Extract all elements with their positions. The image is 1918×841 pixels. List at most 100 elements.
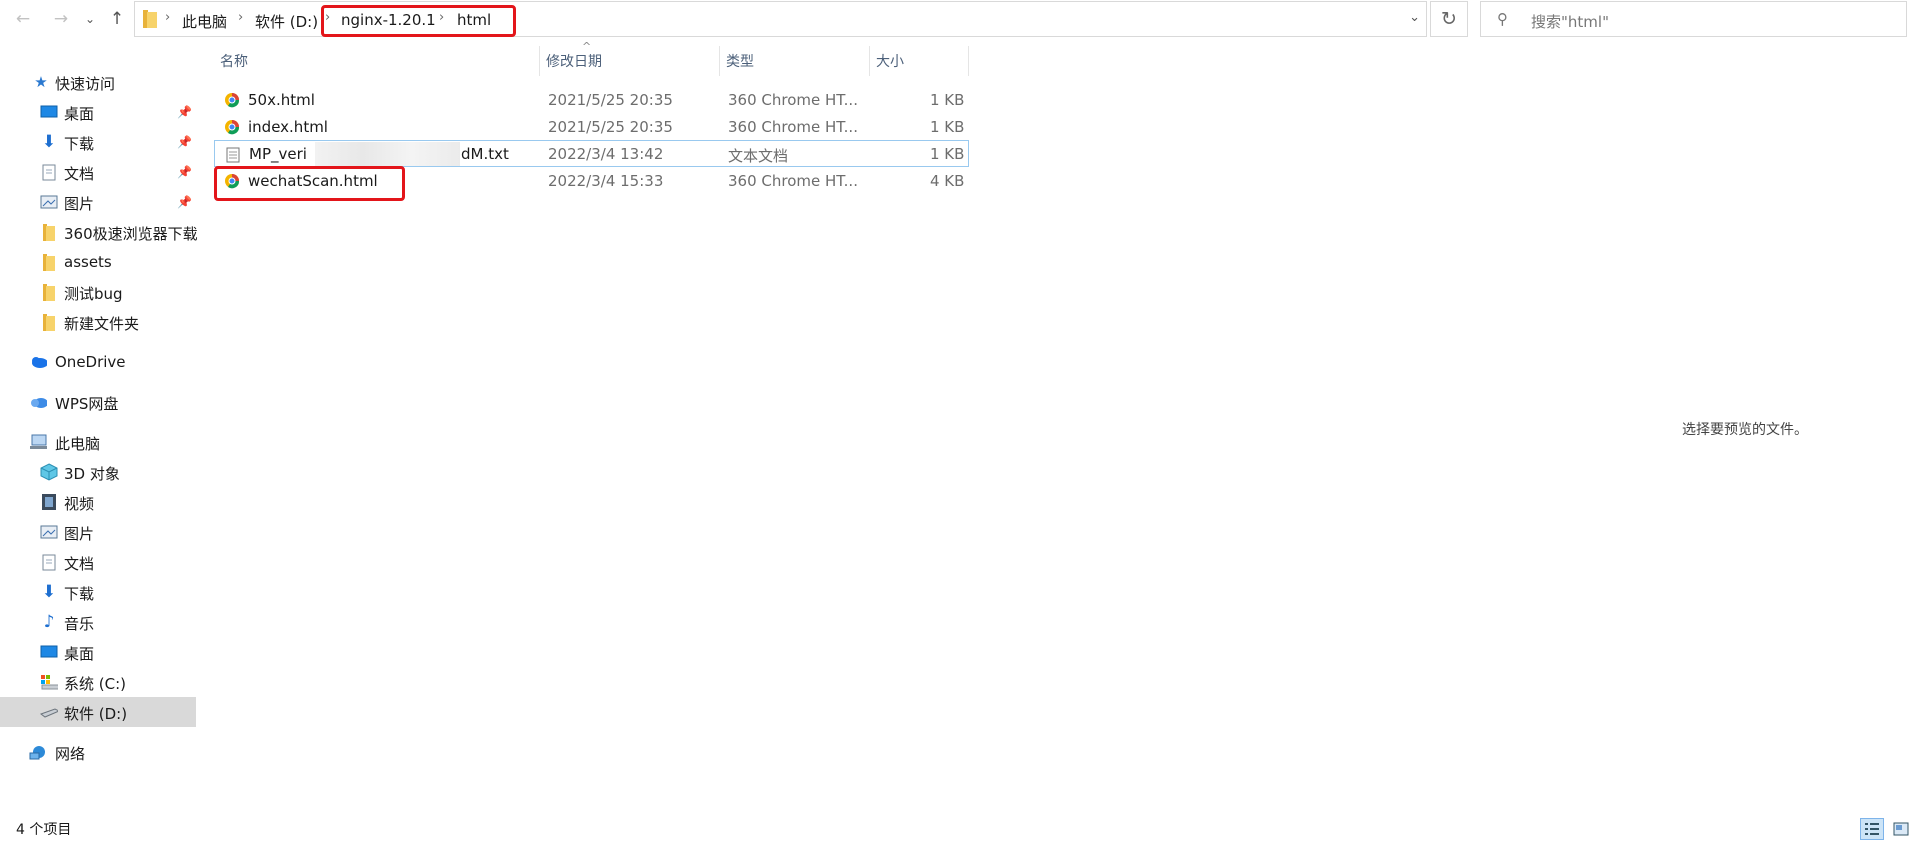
- column-header-type[interactable]: 类型: [720, 46, 870, 76]
- file-row[interactable]: index.html 2021/5/25 20:35 360 Chrome HT…: [214, 113, 969, 140]
- redacted-text: [315, 142, 460, 166]
- folder-icon: [40, 313, 58, 331]
- sidebar-item-3d-objects[interactable]: 3D 对象: [0, 457, 196, 487]
- drive-icon: [40, 673, 58, 691]
- picture-icon: [40, 193, 58, 211]
- sidebar-item-this-pc[interactable]: 此电脑: [0, 427, 196, 457]
- large-icons-view-button[interactable]: [1889, 818, 1913, 840]
- file-row[interactable]: 50x.html 2021/5/25 20:35 360 Chrome HT..…: [214, 86, 969, 113]
- sidebar-item-assets[interactable]: assets: [0, 247, 196, 277]
- sidebar-item-label: 360极速浏览器下载: [64, 225, 198, 243]
- sidebar-item-pictures-pc[interactable]: 图片: [0, 517, 196, 547]
- sidebar-item-label: 图片: [64, 195, 95, 213]
- download-icon: ⬇: [41, 582, 57, 602]
- pin-icon[interactable]: 📌: [177, 105, 192, 119]
- breadcrumb-this-pc[interactable]: 此电脑: [182, 11, 227, 32]
- details-view-button[interactable]: [1860, 818, 1884, 840]
- column-header-label: 类型: [726, 54, 754, 70]
- sidebar-item-label: 下载: [64, 585, 95, 603]
- address-history-dropdown-icon[interactable]: ⌄: [1409, 10, 1420, 25]
- folder-icon: [40, 283, 58, 301]
- sidebar-item-videos[interactable]: 视频: [0, 487, 196, 517]
- pin-icon[interactable]: 📌: [177, 135, 192, 149]
- details-view-icon: [1865, 823, 1879, 835]
- sidebar-item-label: 音乐: [64, 615, 95, 633]
- column-header-date[interactable]: 修改日期: [540, 46, 720, 76]
- breadcrumb-highlight: [321, 5, 516, 37]
- sidebar-item-music[interactable]: ♪ 音乐: [0, 607, 196, 637]
- sidebar-item-label: assets: [64, 253, 112, 271]
- sidebar-item-new-folder[interactable]: 新建文件夹: [0, 307, 196, 337]
- sidebar-item-network[interactable]: 网络: [0, 737, 196, 767]
- file-type: 360 Chrome HT...: [728, 172, 858, 190]
- status-bar: 4 个项目: [0, 815, 1918, 841]
- sidebar-item-pictures[interactable]: 图片 📌: [0, 187, 196, 217]
- cloud-icon: [29, 393, 47, 411]
- folder-icon: [40, 253, 58, 271]
- sidebar-item-label: 文档: [64, 555, 95, 573]
- large-icons-view-icon: [1893, 822, 1909, 836]
- sidebar-item-label: WPS网盘: [55, 395, 119, 413]
- document-icon: [40, 163, 58, 181]
- file-name: MP_veri: [249, 145, 307, 163]
- sidebar-item-label: 新建文件夹: [64, 315, 140, 333]
- refresh-button[interactable]: ↻: [1430, 1, 1468, 37]
- sidebar-item-label: 软件 (D:): [64, 705, 128, 723]
- search-box[interactable]: ⚲ 搜索"html": [1480, 1, 1907, 37]
- desktop-icon: [40, 643, 58, 661]
- up-arrow-icon[interactable]: ↑: [104, 6, 130, 32]
- download-icon: ⬇: [41, 132, 57, 152]
- sidebar-item-label: 下载: [64, 135, 95, 153]
- column-header-label: 修改日期: [546, 54, 602, 70]
- sidebar-item-label: 此电脑: [55, 435, 101, 453]
- file-size: 4 KB: [930, 172, 965, 190]
- forward-arrow-icon[interactable]: →: [48, 6, 74, 32]
- breadcrumb-separator: ›: [238, 10, 244, 25]
- column-header-size[interactable]: 大小: [870, 46, 969, 76]
- column-header-label: 名称: [220, 54, 248, 70]
- sidebar-item-documents-pc[interactable]: 文档: [0, 547, 196, 577]
- sidebar-item-desktop-pc[interactable]: 桌面: [0, 637, 196, 667]
- file-type: 360 Chrome HT...: [728, 91, 858, 109]
- cloud-icon: [29, 353, 47, 371]
- sidebar-item-wps-drive[interactable]: WPS网盘: [0, 387, 196, 417]
- sidebar-item-desktop[interactable]: 桌面 📌: [0, 97, 196, 127]
- sidebar-item-downloads[interactable]: ⬇ 下载 📌: [0, 127, 196, 157]
- sidebar-item-label: OneDrive: [55, 353, 126, 371]
- sidebar-item-label: 网络: [55, 745, 86, 763]
- file-row[interactable]: MP_veri dM.txt 2022/3/4 13:42 文本文档 1 KB: [214, 140, 969, 167]
- sidebar-item-360-downloads[interactable]: 360极速浏览器下载: [0, 217, 198, 247]
- file-modified: 2021/5/25 20:35: [548, 91, 673, 109]
- file-size: 1 KB: [930, 91, 965, 109]
- sidebar-item-quick-access[interactable]: ★ 快速访问: [0, 67, 196, 97]
- sidebar-item-label: 图片: [64, 525, 95, 543]
- pin-icon[interactable]: 📌: [177, 195, 192, 209]
- file-name-tail: dM.txt: [461, 145, 509, 163]
- file-name: 50x.html: [248, 91, 315, 109]
- music-icon: ♪: [43, 612, 55, 632]
- column-header-name[interactable]: 名称: [214, 46, 540, 76]
- file-modified: 2021/5/25 20:35: [548, 118, 673, 136]
- drive-icon: [40, 703, 58, 721]
- sidebar-item-drive-c[interactable]: 系统 (C:): [0, 667, 196, 697]
- file-modified: 2022/3/4 15:33: [548, 172, 664, 190]
- sidebar-item-onedrive[interactable]: OneDrive: [0, 347, 196, 377]
- search-icon: ⚲: [1497, 10, 1508, 28]
- navigation-bar: ← → ⌄ ↑ › 此电脑 › 软件 (D:) › nginx-1.20.1 ›…: [0, 0, 1918, 38]
- video-icon: [40, 493, 58, 511]
- browser-html-icon: [225, 120, 240, 135]
- file-name: index.html: [248, 118, 328, 136]
- back-arrow-icon[interactable]: ←: [10, 6, 36, 32]
- sidebar-item-documents[interactable]: 文档 📌: [0, 157, 196, 187]
- breadcrumb-drive-d[interactable]: 软件 (D:): [255, 11, 318, 32]
- network-icon: [29, 743, 47, 761]
- folder-icon: [143, 10, 157, 28]
- pin-icon[interactable]: 📌: [177, 165, 192, 179]
- desktop-icon: [40, 103, 58, 121]
- recent-locations-dropdown-icon[interactable]: ⌄: [77, 6, 103, 32]
- sidebar-item-downloads-pc[interactable]: ⬇ 下载: [0, 577, 196, 607]
- sidebar-item-test-bug[interactable]: 测试bug: [0, 277, 196, 307]
- preview-message: 选择要预览的文件。: [1682, 422, 1808, 438]
- text-file-icon: [226, 147, 240, 163]
- sidebar-item-drive-d[interactable]: 软件 (D:): [0, 697, 196, 727]
